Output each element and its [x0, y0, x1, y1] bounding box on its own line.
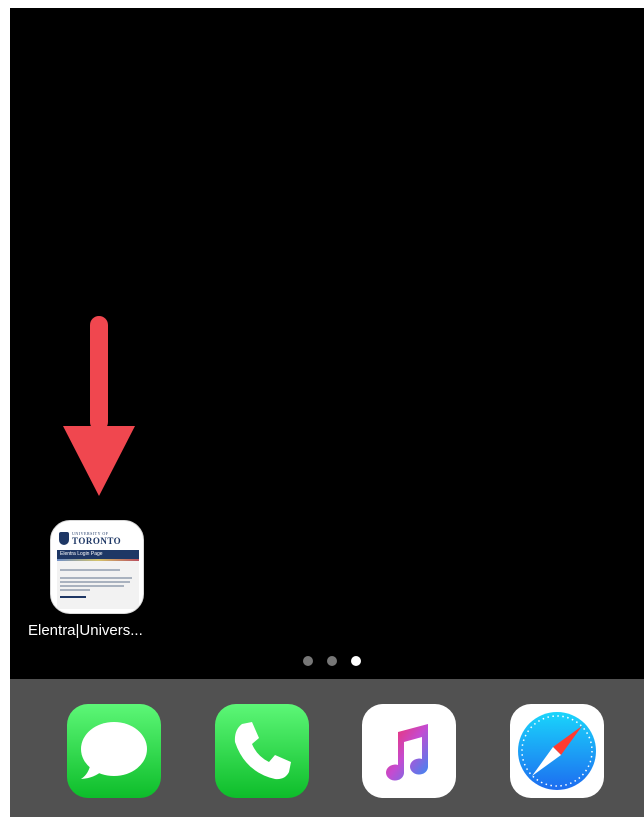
elentra-app-icon[interactable]: UNIVERSITY OF TORONTO Elentra Login Page [50, 520, 144, 614]
thumbnail-text-line [60, 569, 120, 571]
app-label: Elentra|Univers... [28, 622, 143, 639]
thumbnail-body [57, 561, 139, 609]
arrow-down-icon [63, 316, 135, 496]
thumbnail-text-line [60, 577, 132, 579]
thumbnail-header: UNIVERSITY OF TORONTO [57, 529, 139, 551]
page-dot[interactable] [327, 656, 337, 666]
messages-app[interactable] [67, 704, 161, 798]
messages-icon [67, 704, 161, 798]
thumbnail-text-line [60, 585, 124, 587]
safari-app[interactable] [510, 704, 604, 798]
phone-app[interactable] [215, 704, 309, 798]
music-app[interactable] [362, 704, 456, 798]
elentra-thumbnail: UNIVERSITY OF TORONTO Elentra Login Page [57, 529, 139, 609]
page-dot-active[interactable] [351, 656, 361, 666]
phone-icon [215, 704, 309, 798]
thumbnail-toronto: TORONTO [72, 536, 122, 546]
home-screen: UNIVERSITY OF TORONTO Elentra Login Page… [10, 8, 644, 817]
thumbnail-title-bar: Elentra Login Page [57, 550, 139, 559]
safari-icon [510, 704, 604, 798]
page-indicator[interactable] [303, 656, 361, 666]
music-icon [362, 704, 456, 798]
thumbnail-bar-title: Elentra Login Page [60, 551, 103, 557]
dock [10, 679, 644, 817]
thumbnail-link-line [60, 596, 86, 598]
thumbnail-text-line [60, 581, 130, 583]
page-dot[interactable] [303, 656, 313, 666]
crest-icon [59, 532, 69, 545]
thumbnail-text-line [60, 589, 90, 591]
